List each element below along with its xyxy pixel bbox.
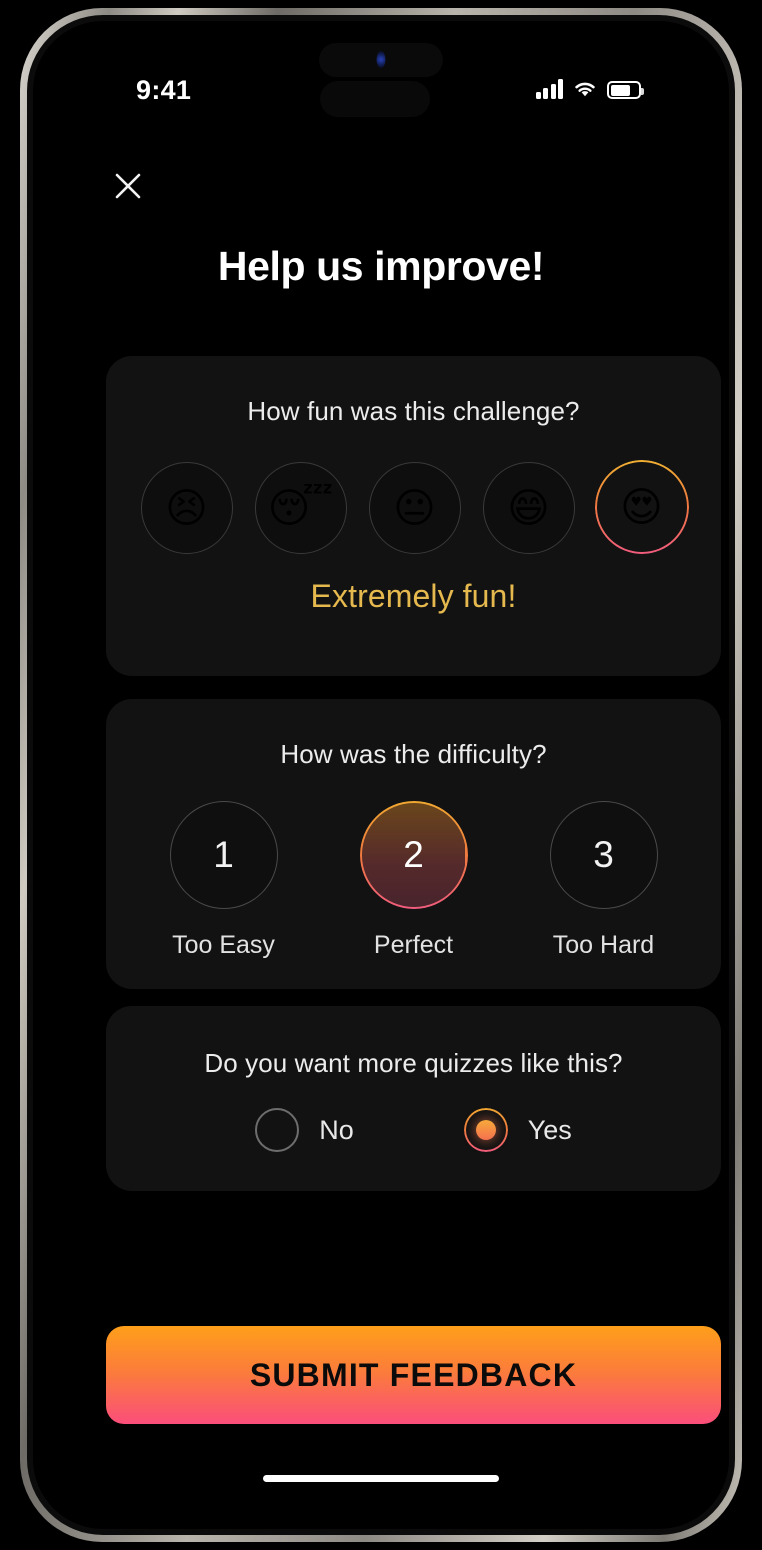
neutral-face-emoji: 😐 xyxy=(393,484,436,531)
radio-icon-yes[interactable] xyxy=(464,1108,508,1152)
difficulty-label-1: Too Easy xyxy=(172,931,275,959)
fun-rating-card: How fun was this challenge? 😣 😴 😐 😄 😍 Ex… xyxy=(106,356,721,676)
difficulty-option-3: 3 Too Hard xyxy=(549,801,658,960)
close-icon[interactable] xyxy=(105,163,151,209)
fun-option-sleeping-face[interactable]: 😴 xyxy=(254,462,347,554)
wifi-icon xyxy=(575,82,595,97)
difficulty-card: How was the difficulty? 1 Too Easy 2 Per… xyxy=(106,699,721,989)
home-indicator[interactable] xyxy=(263,1475,499,1482)
fun-option-neutral-face[interactable]: 😐 xyxy=(368,462,461,554)
radio-icon-no[interactable] xyxy=(255,1108,300,1152)
phone-frame: 9:41 Help us improve! How fun was this c… xyxy=(20,8,742,1542)
difficulty-number-3: 3 xyxy=(593,834,614,875)
persevering-face-emoji: 😣 xyxy=(165,484,208,531)
grinning-face-emoji: 😄 xyxy=(507,484,550,531)
more-quizzes-options-row: No Yes xyxy=(106,1108,721,1152)
difficulty-label-3: Too Hard xyxy=(552,931,655,959)
difficulty-option-1: 1 Too Easy xyxy=(169,801,278,960)
difficulty-options-row: 1 Too Easy 2 Perfect 3 Too Hard xyxy=(106,771,721,960)
battery-icon xyxy=(607,81,644,99)
submit-feedback-button[interactable]: SUBMIT FEEDBACK xyxy=(106,1326,721,1424)
page-title: Help us improve! xyxy=(217,243,545,289)
more-quizzes-option-no[interactable]: No xyxy=(255,1108,354,1152)
cellular-bars-icon xyxy=(535,79,563,99)
fun-option-heart-eyes[interactable]: 😍 xyxy=(572,438,711,576)
more-quizzes-label-no: No xyxy=(319,1114,354,1145)
more-quizzes-question: Do you want more quizzes like this? xyxy=(204,1048,623,1078)
fun-option-persevering-face[interactable]: 😣 xyxy=(140,462,233,554)
fun-option-grinning-face[interactable]: 😄 xyxy=(482,462,575,554)
difficulty-circle-1[interactable]: 1 xyxy=(169,801,278,909)
more-quizzes-label-yes: Yes xyxy=(527,1114,572,1145)
status-time: 9:41 xyxy=(136,75,192,105)
fun-emoji-row: 😣 😴 😐 😄 😍 xyxy=(106,438,721,576)
more-quizzes-option-yes[interactable]: Yes xyxy=(464,1108,572,1152)
difficulty-question: How was the difficulty? xyxy=(280,739,547,769)
heart-eyes-emoji: 😍 xyxy=(620,483,663,530)
front-camera-icon xyxy=(376,51,386,68)
sleeping-face-emoji: 😴 xyxy=(267,484,334,531)
status-indicators xyxy=(535,79,644,99)
difficulty-option-2: 2 Perfect xyxy=(329,771,498,960)
difficulty-circle-3[interactable]: 3 xyxy=(549,801,658,909)
difficulty-circle-2[interactable]: 2 xyxy=(329,771,498,939)
difficulty-number-2: 2 xyxy=(403,834,424,875)
fun-selected-label: Extremely fun! xyxy=(310,578,517,614)
difficulty-label-2: Perfect xyxy=(373,931,454,959)
difficulty-number-1: 1 xyxy=(213,834,234,875)
phone-bezel: 9:41 Help us improve! How fun was this c… xyxy=(27,15,735,1535)
fun-question: How fun was this challenge? xyxy=(247,396,580,426)
phone-screen: 9:41 Help us improve! How fun was this c… xyxy=(33,21,729,1529)
more-quizzes-card: Do you want more quizzes like this? No Y… xyxy=(106,1006,721,1191)
status-bar: 9:41 xyxy=(33,73,729,113)
